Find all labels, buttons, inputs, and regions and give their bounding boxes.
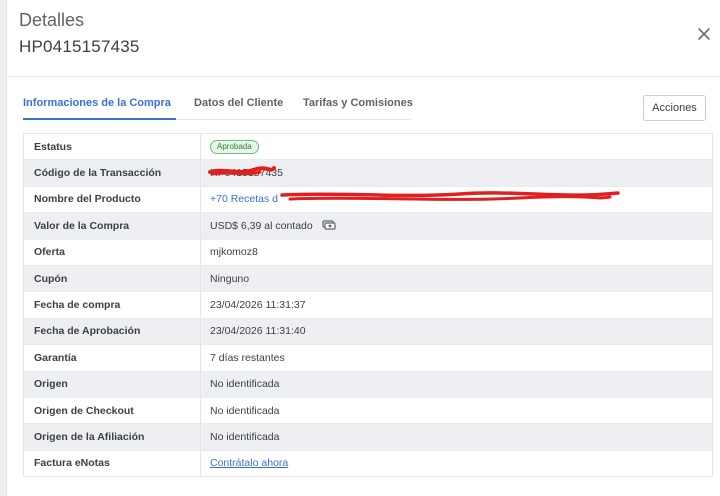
row-label: Código de la Transacción [23, 159, 201, 187]
table-row: Nombre del Producto +70 Recetas d [23, 185, 713, 213]
checkout-origin-value: No identificada [200, 396, 713, 424]
row-label: Valor de la Compra [23, 212, 201, 240]
row-label: Fecha de compra [23, 291, 201, 319]
row-label: Nombre del Producto [23, 185, 201, 213]
row-label: Garantía [23, 344, 201, 372]
modal-title: Detalles [19, 10, 85, 30]
table-row: Fecha de compra 23/04/2026 11:31:37 [23, 291, 713, 319]
row-label: Origen de Checkout [23, 396, 201, 424]
row-value: Contrátalo ahora [200, 449, 713, 477]
tab-tarifas-comisiones[interactable]: Tarifas y Comisiones [303, 97, 413, 109]
table-row: Factura eNotas Contrátalo ahora [23, 449, 713, 477]
row-label: Factura eNotas [23, 449, 201, 477]
row-label: Cupón [23, 264, 201, 292]
background-rail [0, 0, 7, 496]
active-tab-indicator [23, 118, 176, 120]
tab-bar: Informaciones de la Compra Datos del Cli… [23, 90, 413, 120]
row-value: USD$ 6,39 al contado [200, 212, 713, 240]
table-row: Origen de la Afiliación No identificada [23, 423, 713, 451]
modal-header: Detalles HP0415157435 [7, 0, 720, 77]
redacted-product-name: +70 Recetas d [210, 191, 620, 205]
product-name-link[interactable]: +70 Recetas d [210, 193, 278, 205]
tab-informaciones-compra[interactable]: Informaciones de la Compra [23, 97, 171, 109]
table-row: Origen No identificada [23, 370, 713, 398]
table-row: Oferta mjkomoz8 [23, 238, 713, 266]
table-row: Estatus Aprobada [23, 133, 713, 160]
cash-icon [322, 219, 336, 233]
row-value: HP0415157435 [200, 159, 713, 187]
table-row: Fecha de Aprobación 23/04/2026 11:31:40 [23, 317, 713, 345]
close-icon [698, 28, 710, 40]
contract-now-link[interactable]: Contrátalo ahora [210, 457, 288, 469]
details-table: Estatus Aprobada Código de la Transacció… [23, 133, 713, 478]
status-badge: Aprobada [210, 139, 259, 154]
coupon-value: Ninguno [200, 264, 713, 292]
origin-value: No identificada [200, 370, 713, 398]
modal-subtitle: HP0415157435 [19, 37, 140, 56]
table-row: Cupón Ninguno [23, 264, 713, 292]
warranty-value: 7 días restantes [200, 344, 713, 372]
row-value: +70 Recetas d [200, 185, 713, 213]
tab-datos-cliente[interactable]: Datos del Cliente [194, 97, 283, 109]
row-label: Fecha de Aprobación [23, 317, 201, 345]
approval-date-value: 23/04/2026 11:31:40 [200, 317, 713, 345]
redacted-transaction-code: HP0415157435 [208, 166, 283, 180]
row-value: Aprobada [201, 134, 713, 160]
offer-value: mjkomoz8 [200, 238, 713, 266]
affiliation-origin-value: No identificada [200, 423, 713, 451]
close-button[interactable] [696, 26, 712, 42]
purchase-value: USD$ 6,39 al contado [210, 219, 313, 232]
row-label: Origen de la Afiliación [23, 423, 201, 451]
table-row: Valor de la Compra USD$ 6,39 al contado [23, 212, 713, 240]
redaction-scribble [280, 191, 620, 202]
transaction-code-text: HP0415157435 [210, 167, 283, 180]
row-label: Estatus [23, 133, 201, 160]
details-modal: Detalles HP0415157435 Informaciones de l… [7, 0, 720, 496]
table-row: Garantía 7 días restantes [23, 344, 713, 372]
table-row: Código de la Transacción HP0415157435 [23, 159, 713, 187]
row-label: Origen [23, 370, 201, 398]
table-row: Origen de Checkout No identificada [23, 396, 713, 424]
purchase-date-value: 23/04/2026 11:31:37 [200, 291, 713, 319]
actions-button[interactable]: Acciones [643, 95, 706, 121]
row-label: Oferta [23, 238, 201, 266]
